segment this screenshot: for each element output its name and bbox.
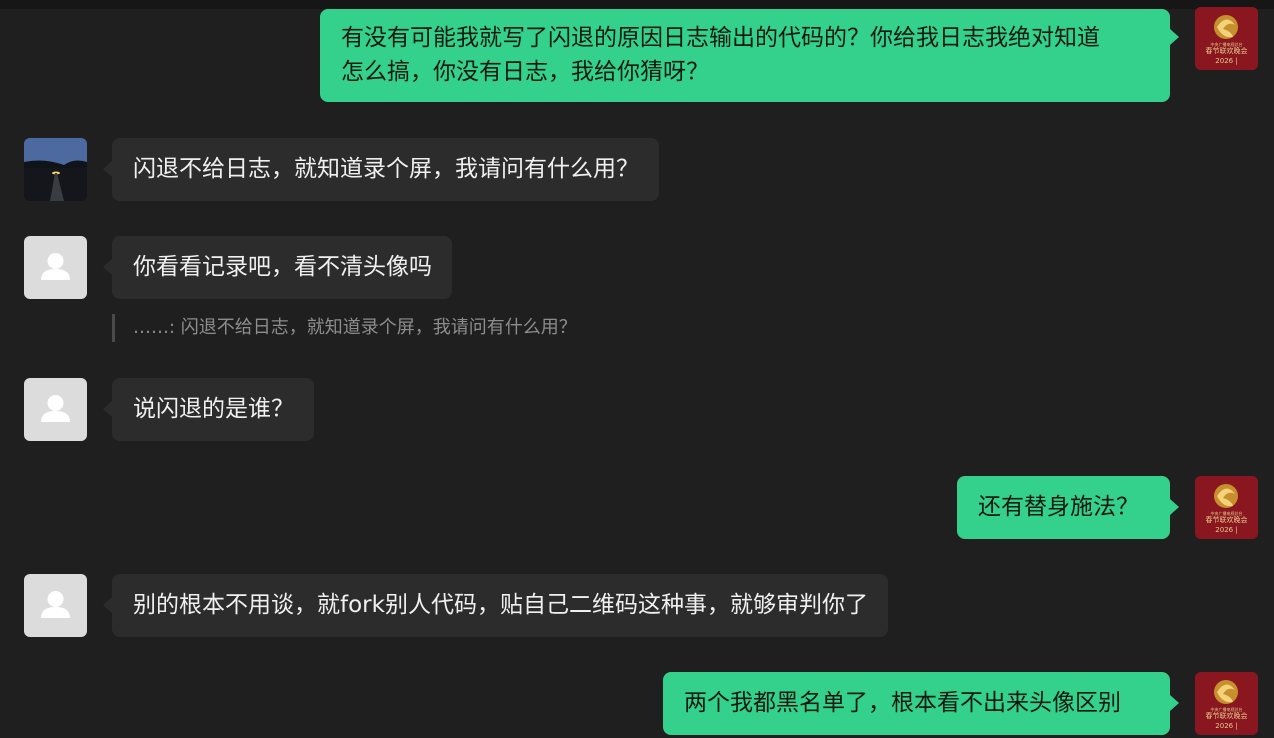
contact-avatar-default[interactable] xyxy=(24,574,87,637)
default-user-icon xyxy=(41,395,70,422)
message-text: 还有替身施法？ xyxy=(978,494,1139,520)
self-avatar[interactable]: 中央广播电视总台 春节联欢晚会 2026 | xyxy=(1195,672,1258,735)
bubble-tail xyxy=(103,259,112,275)
message-text: 你看看记录吧，看不清头像吗 xyxy=(133,254,432,280)
quoted-text: ……: 闪退不给日志，就知道录个屏，我请问有什么用？ xyxy=(133,317,577,338)
message-bubble-incoming[interactable]: 你看看记录吧，看不清头像吗 xyxy=(112,236,452,299)
window-top-edge xyxy=(0,0,1274,9)
message-bubble-outgoing[interactable]: 有没有可能我就写了闪退的原因日志输出的代码的？你给我日志我绝对知道 怎么搞，你没… xyxy=(320,9,1170,102)
contact-avatar-photo[interactable] xyxy=(24,138,87,201)
message-bubble-outgoing[interactable]: 两个我都黑名单了，根本看不出来头像区别 xyxy=(663,672,1170,735)
avatar-caption: 春节联欢晚会 xyxy=(1205,516,1248,524)
message-text-line: 有没有可能我就写了闪退的原因日志输出的代码的？你给我日志我绝对知道 xyxy=(341,25,1100,51)
quoted-message[interactable]: ……: 闪退不给日志，就知道录个屏，我请问有什么用？ xyxy=(112,314,577,342)
message-bubble-incoming[interactable]: 说闪退的是谁？ xyxy=(112,378,314,441)
bubble-tail xyxy=(103,401,112,417)
contact-avatar-default[interactable] xyxy=(24,236,87,299)
message-text: 别的根本不用谈，就fork别人代码，贴自己二维码这种事，就够审判你了 xyxy=(133,592,868,618)
message-text: 说闪退的是谁？ xyxy=(133,396,294,422)
message-text: 两个我都黑名单了，根本看不出来头像区别 xyxy=(684,690,1121,716)
avatar-caption: 春节联欢晚会 xyxy=(1205,712,1248,720)
self-avatar[interactable]: 中央广播电视总台 春节联欢晚会 2026 | xyxy=(1195,7,1258,70)
message-bubble-incoming[interactable]: 别的根本不用谈，就fork别人代码，贴自己二维码这种事，就够审判你了 xyxy=(112,574,888,637)
message-bubble-outgoing[interactable]: 还有替身施法？ xyxy=(957,476,1170,539)
default-user-icon xyxy=(41,253,70,280)
avatar-caption: 春节联欢晚会 xyxy=(1205,47,1248,55)
avatar-caption: 2026 | xyxy=(1215,57,1238,65)
self-avatar[interactable]: 中央广播电视总台 春节联欢晚会 2026 | xyxy=(1195,476,1258,539)
bubble-tail xyxy=(103,597,112,613)
contact-avatar-default[interactable] xyxy=(24,378,87,441)
message-bubble-incoming[interactable]: 闪退不给日志，就知道录个屏，我请问有什么用？ xyxy=(112,138,659,201)
bubble-tail xyxy=(1170,695,1179,711)
message-text: 闪退不给日志，就知道录个屏，我请问有什么用？ xyxy=(133,156,639,182)
bubble-tail xyxy=(103,161,112,177)
bubble-tail xyxy=(1170,499,1179,515)
avatar-caption: 2026 | xyxy=(1215,722,1238,730)
road-photo-icon xyxy=(24,138,87,201)
message-text-line: 怎么搞，你没有日志，我给你猜呀？ xyxy=(341,59,709,85)
bubble-tail xyxy=(1170,29,1179,45)
avatar-caption: 2026 | xyxy=(1215,526,1238,534)
default-user-icon xyxy=(41,591,70,618)
